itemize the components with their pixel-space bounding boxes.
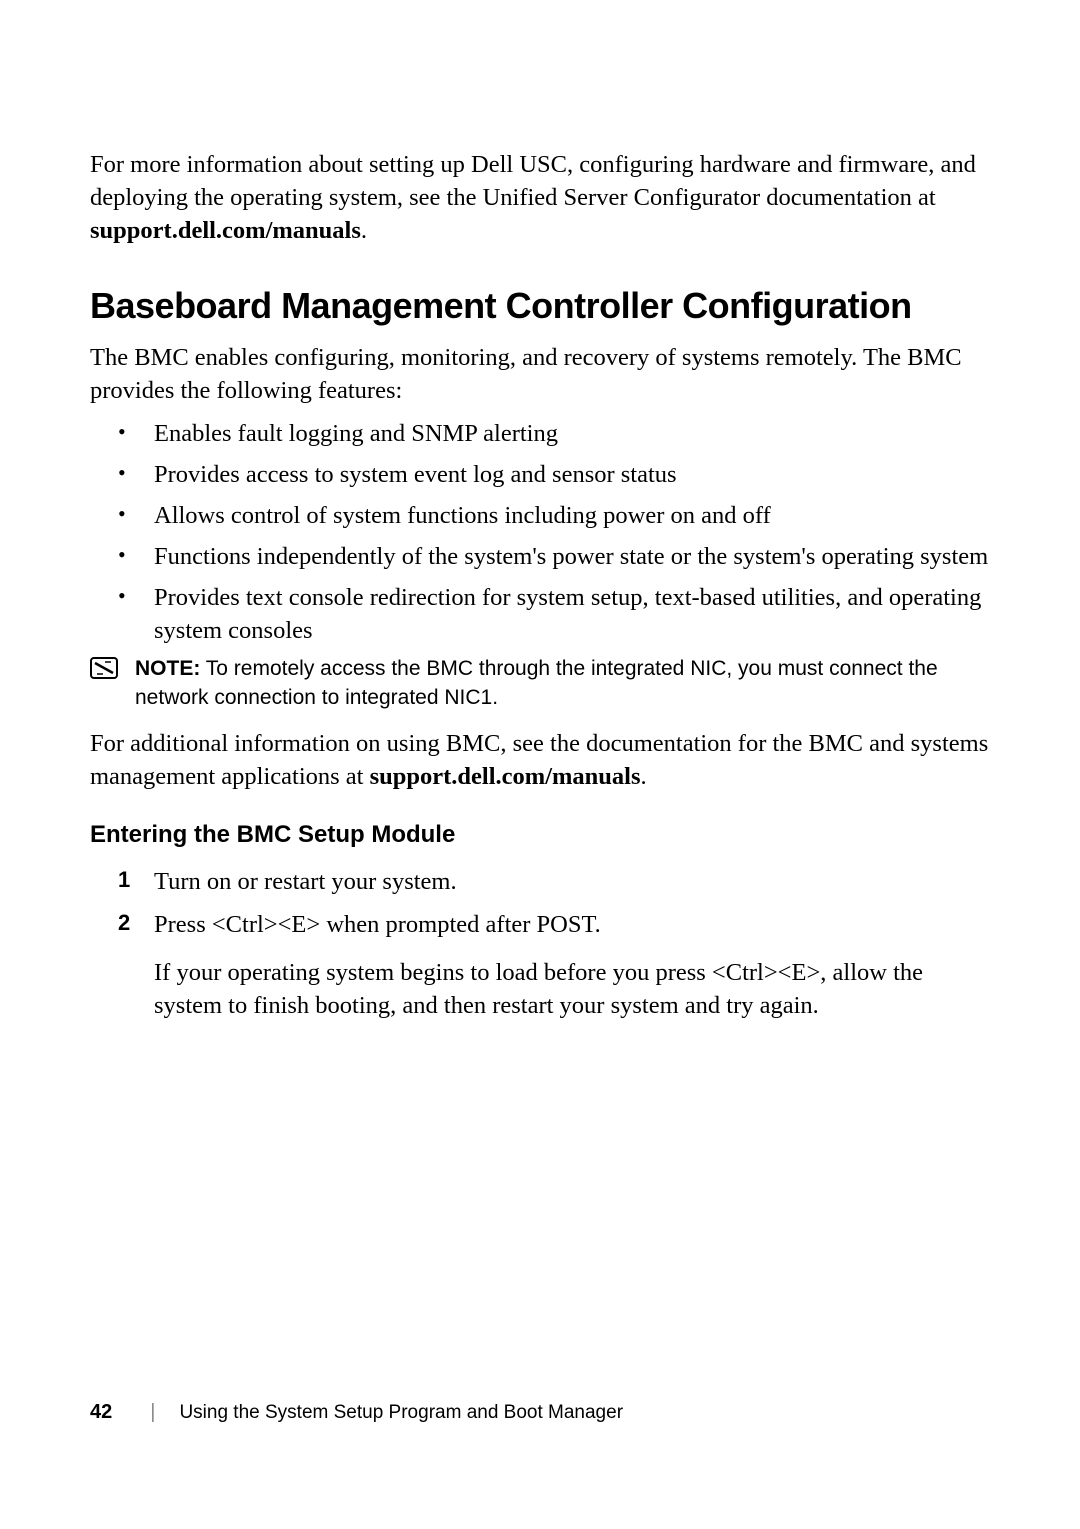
footer-divider: | (150, 1401, 155, 1424)
step-item: 2 Press <Ctrl><E> when prompted after PO… (118, 908, 990, 1022)
intro-suffix: . (361, 217, 367, 244)
list-item-text: Allows control of system functions inclu… (154, 502, 771, 529)
subsection-heading: Entering the BMC Setup Module (90, 821, 990, 849)
list-item: Provides access to system event log and … (118, 458, 990, 491)
list-item-text: Enables fault logging and SNMP alerting (154, 420, 558, 447)
para2-link-text: support.dell.com/manuals (370, 763, 641, 790)
intro-link-text: support.dell.com/manuals (90, 217, 361, 244)
note-block: NOTE: To remotely access the BMC through… (90, 655, 990, 713)
bmc-intro-paragraph: The BMC enables configuring, monitoring,… (90, 341, 990, 407)
list-item: Allows control of system functions inclu… (118, 499, 990, 532)
intro-paragraph: For more information about setting up De… (90, 148, 990, 247)
note-body: To remotely access the BMC through the i… (135, 657, 938, 709)
page-footer: 42 | Using the System Setup Program and … (90, 1401, 623, 1424)
section-heading: Baseboard Management Controller Configur… (90, 285, 990, 326)
step-number: 2 (118, 910, 130, 936)
intro-text: For more information about setting up De… (90, 151, 976, 211)
additional-info-paragraph: For additional information on using BMC,… (90, 727, 990, 793)
step-item: 1 Turn on or restart your system. (118, 865, 990, 898)
list-item: Enables fault logging and SNMP alerting (118, 417, 990, 450)
step-text: Turn on or restart your system. (154, 865, 990, 898)
list-item: Functions independently of the system's … (118, 540, 990, 573)
steps-list: 1 Turn on or restart your system. 2 Pres… (118, 865, 990, 1022)
feature-list: Enables fault logging and SNMP alerting … (118, 417, 990, 647)
step-subtext: If your operating system begins to load … (154, 956, 990, 1023)
list-item-text: Provides text console redirection for sy… (154, 584, 981, 644)
page-content: For more information about setting up De… (0, 0, 1080, 1022)
list-item: Provides text console redirection for sy… (118, 581, 990, 647)
page-number: 42 (90, 1401, 112, 1424)
list-item-text: Functions independently of the system's … (154, 543, 988, 570)
para2-suffix: . (641, 763, 647, 790)
step-text: Press <Ctrl><E> when prompted after POST… (154, 908, 990, 941)
note-text: NOTE: To remotely access the BMC through… (132, 655, 990, 713)
list-item-text: Provides access to system event log and … (154, 461, 677, 488)
footer-title: Using the System Setup Program and Boot … (179, 1402, 623, 1424)
step-number: 1 (118, 867, 130, 893)
note-icon (90, 657, 118, 679)
note-label: NOTE: (135, 657, 200, 680)
